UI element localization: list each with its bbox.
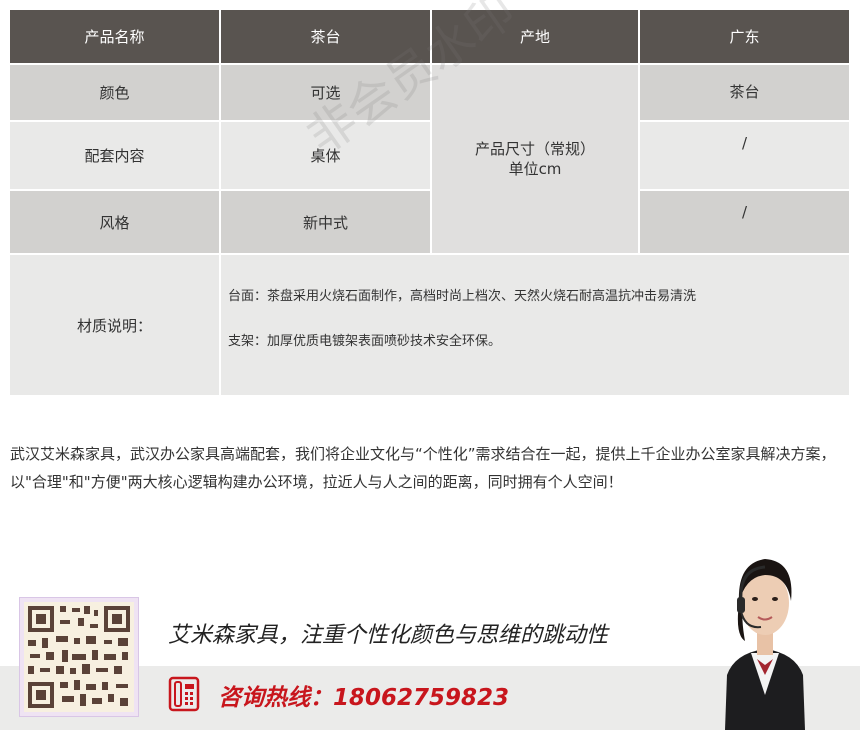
hotline-label: 咨询热线： <box>218 685 333 711</box>
material-label: 材质说明： <box>10 255 219 395</box>
header-product-name: 产品名称 <box>10 10 219 63</box>
hotline-number: 18062759823 <box>333 685 510 711</box>
row-color-label: 颜色 <box>10 65 219 120</box>
size-value-2: / <box>640 122 849 189</box>
material-line-top: 台面：茶盘采用火烧石面制作，高档时尚上档次、天然火烧石耐高温抗冲击易清洗 <box>228 289 697 304</box>
customer-service-agent-icon <box>705 545 825 730</box>
material-description: 台面：茶盘采用火烧石面制作，高档时尚上档次、天然火烧石耐高温抗冲击易清洗 支架：… <box>221 255 849 395</box>
phone-icon <box>168 676 200 712</box>
company-description: 武汉艾米森家具，武汉办公家具高端配套，我们将企业文化与“个性化”需求结合在一起，… <box>10 445 836 491</box>
row-contents-label: 配套内容 <box>10 122 219 189</box>
size-label-cell: 产品尺寸（常规） 单位cm <box>432 65 638 253</box>
size-label-line2: 单位cm <box>508 160 562 178</box>
row-style-value: 新中式 <box>221 191 430 253</box>
hotline: 咨询热线：18062759823 <box>218 678 509 712</box>
row-style-label: 风格 <box>10 191 219 253</box>
size-value-1: 茶台 <box>640 65 849 120</box>
material-line-frame: 支架：加厚优质电镀架表面喷砂技术安全环保。 <box>228 334 502 349</box>
size-label-line1: 产品尺寸（常规） <box>474 140 595 158</box>
header-origin-value: 广东 <box>640 10 849 63</box>
qr-code-icon <box>19 597 139 717</box>
slogan: 艾米森家具，注重个性化颜色与思维的跳动性 <box>168 623 609 648</box>
size-value-3: / <box>640 191 849 253</box>
